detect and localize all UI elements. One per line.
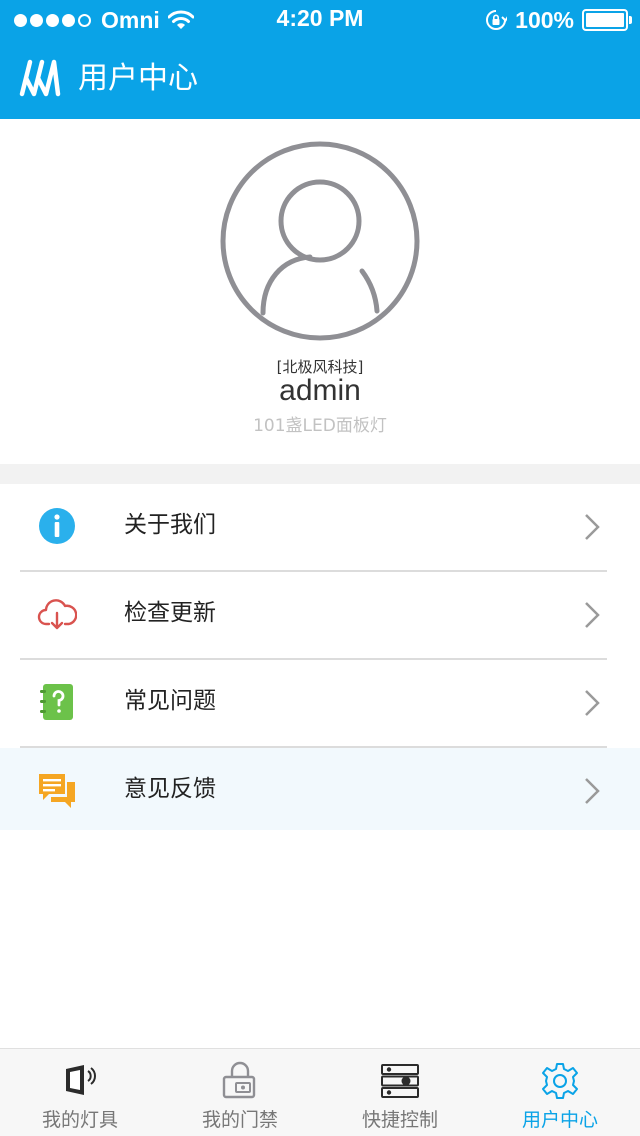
section-divider <box>0 464 640 484</box>
page-title: 用户中心 <box>78 61 198 96</box>
chevron-right-icon <box>585 778 600 804</box>
info-icon <box>39 508 75 544</box>
profile-section: [北极风科技] admin 101盏LED面板灯 <box>0 119 640 464</box>
rotation-lock-icon <box>486 10 508 30</box>
tab-user-center[interactable]: 用户中心 <box>480 1049 640 1136</box>
door-lock-icon <box>222 1061 256 1099</box>
brand-logo-icon <box>19 59 61 97</box>
user-avatar-icon[interactable] <box>220 141 420 341</box>
battery-icon <box>582 9 632 31</box>
menu-item-label: 意见反馈 <box>124 776 216 802</box>
battery-percentage: 100% <box>515 6 574 33</box>
username: admin <box>279 374 361 407</box>
menu-item-label: 检查更新 <box>124 600 216 626</box>
tab-my-lamps[interactable]: 我的灯具 <box>0 1049 160 1136</box>
nav-bar: 用户中心 <box>0 40 640 119</box>
status-bar: Omni 4:20 PM 100% <box>0 0 640 40</box>
tab-label: 我的灯具 <box>41 1109 118 1131</box>
feedback-chat-icon <box>39 774 75 808</box>
lamp-icon <box>66 1065 96 1095</box>
chevron-right-icon <box>585 514 600 540</box>
settings-menu: 关于我们 检查更新 常见问题 意见反馈 <box>0 484 640 830</box>
device-summary: 101盏LED面板灯 <box>253 416 387 436</box>
menu-item-faq[interactable]: 常见问题 <box>0 660 640 748</box>
quick-control-icon <box>381 1064 419 1098</box>
tab-label: 快捷控制 <box>361 1109 438 1131</box>
menu-item-feedback[interactable]: 意见反馈 <box>0 748 640 830</box>
question-notebook-icon <box>40 684 73 720</box>
gear-icon <box>542 1063 578 1099</box>
menu-item-label: 常见问题 <box>124 688 216 714</box>
chevron-right-icon <box>585 602 600 628</box>
tab-label: 我的门禁 <box>201 1109 278 1131</box>
tab-bar: 我的灯具 我的门禁 快捷控制 用户中心 <box>0 1048 640 1136</box>
chevron-right-icon <box>585 690 600 716</box>
menu-item-label: 关于我们 <box>124 512 216 538</box>
app-header: Omni 4:20 PM 100% 用户中心 <box>0 0 640 119</box>
tab-quick-control[interactable]: 快捷控制 <box>320 1049 480 1136</box>
tab-label: 用户中心 <box>521 1109 598 1131</box>
tab-my-access[interactable]: 我的门禁 <box>160 1049 320 1136</box>
menu-item-check-update[interactable]: 检查更新 <box>0 572 640 660</box>
cloud-download-icon <box>37 599 77 630</box>
status-right: 100% <box>485 6 632 34</box>
menu-item-about[interactable]: 关于我们 <box>0 484 640 572</box>
